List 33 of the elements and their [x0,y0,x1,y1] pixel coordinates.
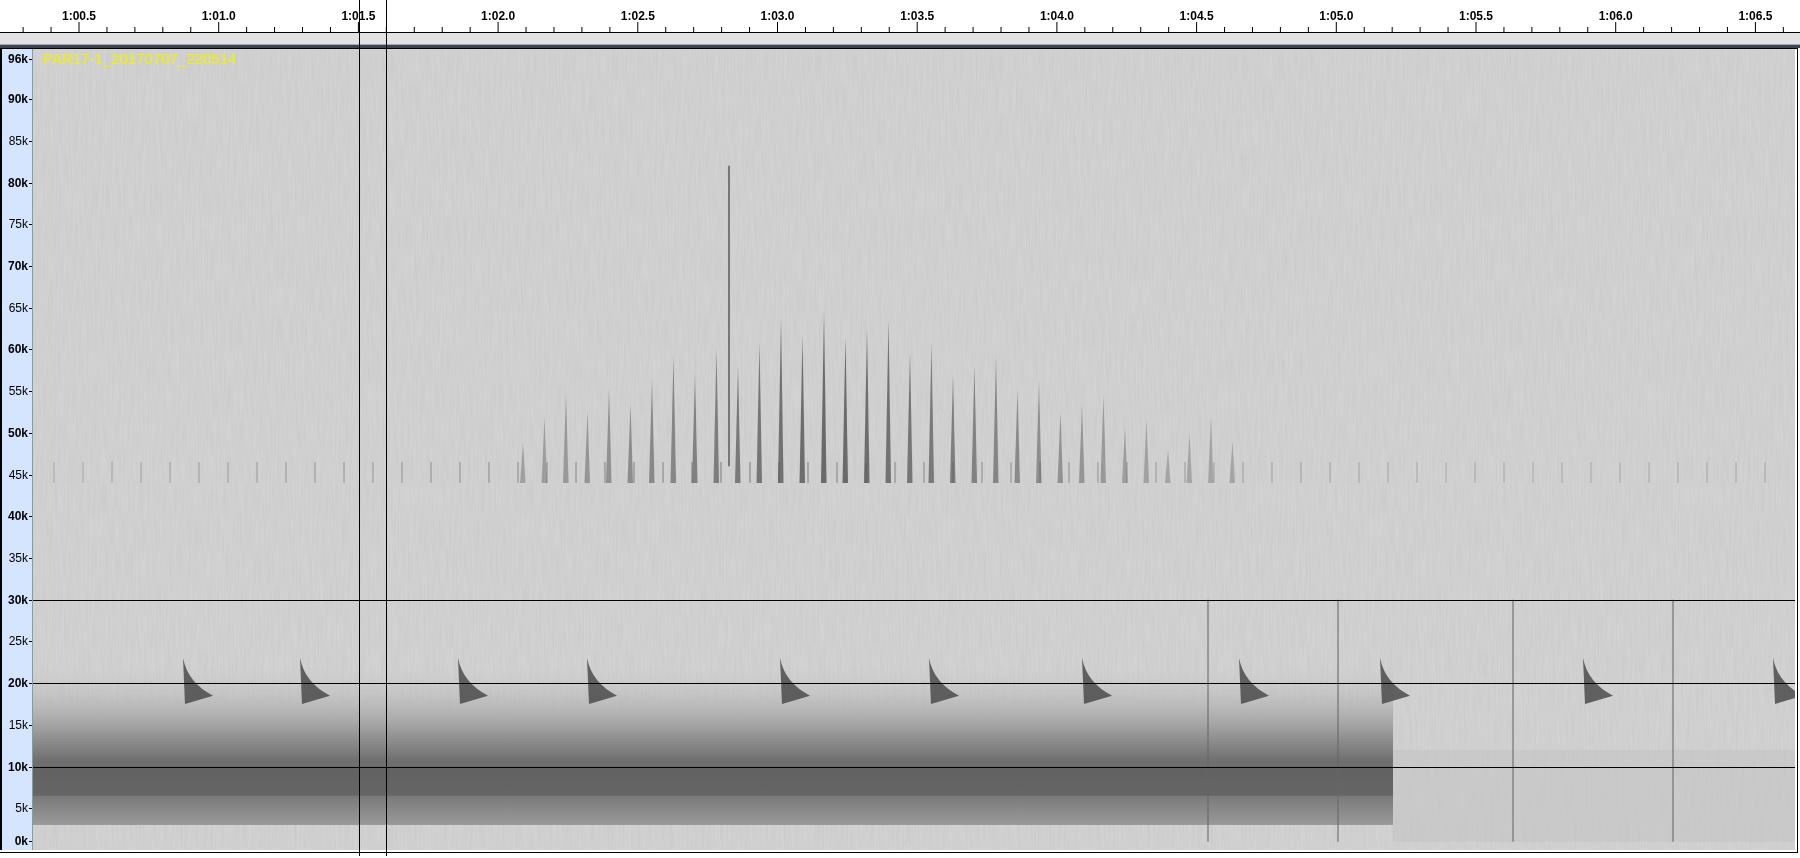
frequency-label: 15k [8,716,28,733]
time-label: 1:00.5 [62,9,96,23]
frequency-label: 45k [8,466,28,483]
time-label: 1:02.0 [481,9,516,23]
frequency-label: 80k [7,174,28,191]
time-label: 1:02.5 [620,9,655,23]
time-label: 1:03.5 [900,9,935,23]
frequency-label: 30k [7,591,28,608]
frequency-label: 60k [7,341,28,358]
frequency-label: 55k [8,383,28,400]
time-label: 1:06.0 [1598,9,1633,23]
time-label: 1:06.5 [1738,9,1773,23]
frequency-label: 70k [7,257,28,274]
frequency-label: 0k [14,833,28,849]
time-label: 1:03.0 [760,9,795,23]
frequency-label: 75k [8,216,28,233]
track-name: PAR17-1_20170707_220514 [43,50,237,67]
time-label: 1:05.5 [1459,9,1493,23]
frequency-label: 35k [8,549,28,566]
time-label: 1:04.5 [1179,9,1214,23]
time-label: 1:01.0 [201,9,236,23]
frequency-label: 90k [7,91,28,108]
frequency-label: 96k [7,51,28,67]
frequency-label: 25k [8,633,28,650]
frequency-label: 40k [7,508,28,525]
frequency-label: 65k [8,299,28,316]
frequency-label: 50k [7,424,28,441]
frequency-label: 5k [15,800,28,817]
time-label: 1:05.0 [1319,9,1354,23]
frequency-label: 10k [7,758,28,775]
time-label: 1:04.0 [1039,9,1074,23]
frequency-label: 20k [7,675,28,692]
frequency-label: 85k [8,132,28,149]
